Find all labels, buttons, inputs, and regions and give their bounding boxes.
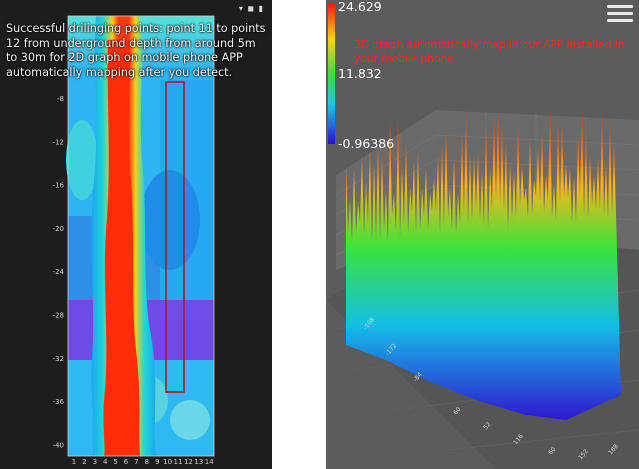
x-tick-label: 8 (145, 458, 149, 466)
y-tick-label: -12 (53, 138, 64, 146)
x-tick-label: 10 (163, 458, 172, 466)
plot-blob (170, 400, 210, 440)
caption-left: Successful drilinging points: point 11 t… (6, 22, 266, 79)
y-tick-label: -36 (53, 398, 65, 406)
x-tick-label: 7 (134, 458, 138, 466)
x-tick-label: 2 (82, 458, 86, 466)
menu-icon[interactable] (607, 2, 633, 26)
y-tick-label: -8 (57, 95, 64, 103)
y-tick-label: -20 (53, 225, 64, 233)
x-tick-label: 12 (184, 458, 193, 466)
status-icons: ▾ ◼ ▮ (238, 4, 264, 13)
x-tick-label: 4 (103, 458, 108, 466)
right-panel-3d-graph: -108 -172 -84 60 52 116 60 152 188 24.629 11.832… (326, 0, 639, 469)
x-tick-label: 1 (72, 458, 76, 466)
x-tick-label: 6 (124, 458, 129, 466)
x-tick-label: 11 (174, 458, 183, 466)
y-tick-label: -40 (53, 441, 64, 449)
plot-blob (140, 170, 200, 270)
status-bar: ▾ ◼ ▮ (0, 0, 272, 18)
legend-colorbar (328, 4, 335, 144)
legend-mid-label: 11.832 (338, 66, 382, 81)
x-tick-label: 13 (194, 458, 203, 466)
caption-right: 3D graph automatically map in our APP in… (354, 39, 625, 65)
divider-gap (272, 0, 326, 469)
x-axis-ticks: 1 2 3 4 5 6 7 8 9 10 11 12 13 14 (72, 458, 214, 466)
left-panel-2d-graph: -8 -12 -16 -20 -24 -28 -32 -36 -40 1 2 3 4 5 6 7 8 9 10 11… (0, 0, 272, 469)
x-tick-label: 9 (155, 458, 159, 466)
x-tick-label: 14 (205, 458, 214, 466)
legend-max-label: 24.629 (338, 0, 382, 14)
x-tick-label: 5 (113, 458, 117, 466)
plot-blob (66, 120, 98, 200)
x-tick-label: 3 (93, 458, 97, 466)
legend-min-label: -0.96386 (338, 136, 395, 151)
y-axis-ticks: -8 -12 -16 -20 -24 -28 -32 -36 -40 (53, 95, 65, 449)
y-tick-label: -28 (53, 312, 64, 320)
y-tick-label: -32 (53, 355, 64, 363)
y-tick-label: -24 (53, 268, 65, 276)
y-tick-label: -16 (53, 182, 65, 190)
